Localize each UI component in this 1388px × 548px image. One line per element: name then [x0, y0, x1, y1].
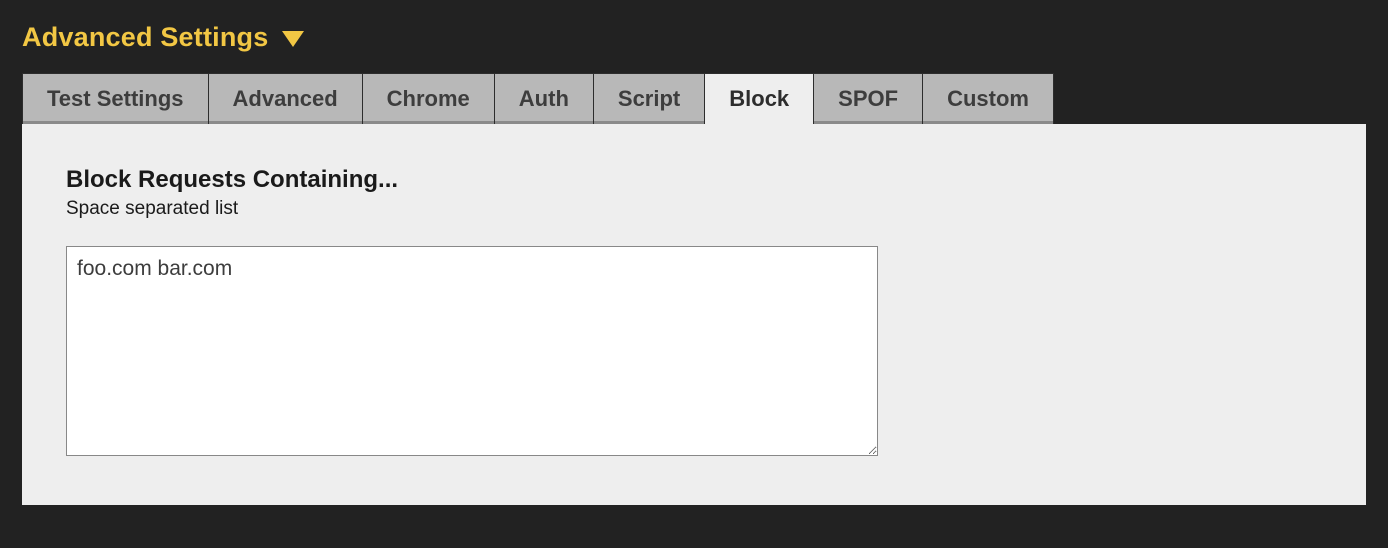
block-subtext: Space separated list — [66, 198, 1322, 220]
section-title: Advanced Settings — [22, 22, 268, 53]
block-heading: Block Requests Containing... — [66, 166, 1322, 194]
block-domains-input[interactable] — [66, 246, 878, 456]
tab-spof[interactable]: SPOF — [814, 73, 923, 124]
advanced-settings-toggle[interactable]: Advanced Settings — [22, 22, 1366, 53]
tab-chrome[interactable]: Chrome — [363, 73, 495, 124]
tab-bar: Test Settings Advanced Chrome Auth Scrip… — [22, 73, 1366, 124]
tab-auth[interactable]: Auth — [495, 73, 594, 124]
chevron-down-icon — [282, 31, 304, 47]
tab-advanced[interactable]: Advanced — [209, 73, 363, 124]
tab-custom[interactable]: Custom — [923, 73, 1054, 124]
tab-block[interactable]: Block — [705, 73, 814, 124]
tab-script[interactable]: Script — [594, 73, 705, 124]
tab-test-settings[interactable]: Test Settings — [22, 73, 209, 124]
block-panel: Block Requests Containing... Space separ… — [22, 124, 1366, 505]
